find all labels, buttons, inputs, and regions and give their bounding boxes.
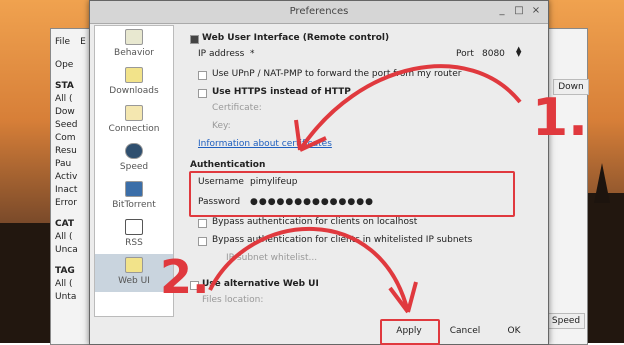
- bypass-localhost-label: Bypass authentication for clients on loc…: [212, 217, 418, 227]
- menu-edit[interactable]: E: [80, 37, 86, 47]
- category-rss[interactable]: RSS: [95, 216, 173, 254]
- dialog-titlebar[interactable]: Preferences _ □ ×: [90, 1, 548, 24]
- behavior-icon: [125, 29, 143, 45]
- ip-field[interactable]: *: [250, 49, 255, 59]
- alt-webui-title: Use alternative Web UI: [202, 279, 319, 289]
- port-spinner-icon[interactable]: ▲ ▼: [516, 46, 521, 58]
- bittorrent-icon: [125, 181, 143, 197]
- password-field[interactable]: ●●●●●●●●●●●●●●: [250, 197, 500, 209]
- upnp-label: Use UPnP / NAT-PMP to forward the port f…: [212, 69, 462, 79]
- category-label: Downloads: [109, 86, 159, 96]
- category-connection[interactable]: Connection: [95, 102, 173, 140]
- category-behavior[interactable]: Behavior: [95, 26, 173, 64]
- https-checkbox[interactable]: [198, 89, 207, 98]
- auth-title: Authentication: [190, 160, 266, 170]
- ok-button[interactable]: OK: [494, 323, 534, 339]
- ip-label: IP address: [198, 49, 245, 59]
- category-label: RSS: [125, 238, 143, 248]
- close-icon[interactable]: ×: [530, 5, 542, 17]
- category-label: BitTorrent: [112, 200, 156, 210]
- key-label: Key:: [212, 121, 231, 131]
- pagoda-icon: [594, 163, 610, 203]
- whitelist-input[interactable]: IP subnet whitelist...: [226, 253, 317, 263]
- webui-enable-checkbox[interactable]: [190, 35, 199, 44]
- menu-file[interactable]: File: [55, 37, 70, 47]
- files-location-label: Files location:: [202, 295, 264, 305]
- step2-label: 2.: [160, 250, 210, 304]
- downloads-icon: [125, 67, 143, 83]
- bypass-whitelist-label: Bypass authentication for clients in whi…: [212, 235, 473, 245]
- minimize-icon[interactable]: _: [496, 5, 508, 17]
- category-label: Connection: [108, 124, 160, 134]
- rss-icon: [125, 219, 143, 235]
- webui-settings: Web User Interface (Remote control) IP a…: [186, 25, 532, 315]
- background-menubar: File E: [55, 37, 86, 47]
- cancel-button[interactable]: Cancel: [442, 323, 488, 339]
- apply-button[interactable]: Apply: [386, 323, 432, 339]
- section-title: Web User Interface (Remote control): [202, 33, 390, 43]
- certificate-label: Certificate:: [212, 103, 262, 113]
- step1-label: 1.: [532, 88, 588, 148]
- maximize-icon[interactable]: □: [513, 5, 525, 17]
- username-field[interactable]: pimylifeup: [250, 177, 500, 189]
- preferences-dialog: Preferences _ □ × Behavior Downloads Con…: [89, 0, 549, 345]
- category-downloads[interactable]: Downloads: [95, 64, 173, 102]
- category-speed[interactable]: Speed: [95, 140, 173, 178]
- certificates-info-link[interactable]: Information about certificates: [198, 139, 332, 149]
- webui-icon: [125, 257, 143, 273]
- username-label: Username: [198, 177, 244, 187]
- category-label: Speed: [119, 162, 149, 172]
- category-bittorrent[interactable]: BitTorrent: [95, 178, 173, 216]
- speed-icon: [125, 143, 143, 159]
- bypass-localhost-checkbox[interactable]: [198, 219, 207, 228]
- bypass-whitelist-checkbox[interactable]: [198, 237, 207, 246]
- port-label: Port: [456, 49, 474, 59]
- status-speed[interactable]: Speed: [547, 313, 585, 329]
- password-label: Password: [198, 197, 241, 207]
- dialog-title: Preferences: [289, 6, 349, 17]
- https-label: Use HTTPS instead of HTTP: [212, 87, 351, 97]
- upnp-checkbox[interactable]: [198, 71, 207, 80]
- category-label: Behavior: [114, 48, 154, 58]
- connection-icon: [125, 105, 143, 121]
- port-field[interactable]: 8080: [482, 49, 505, 59]
